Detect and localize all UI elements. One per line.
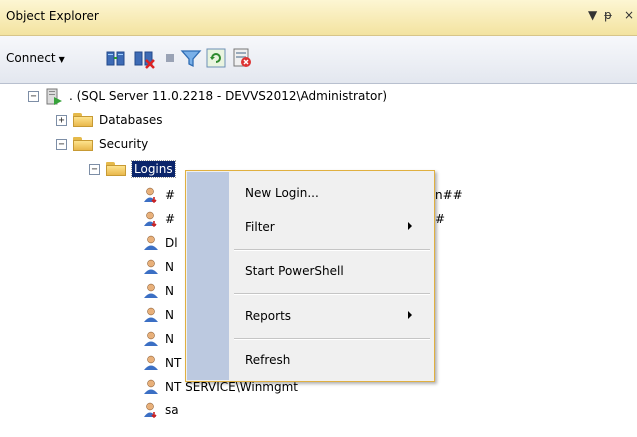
- login-item[interactable]: sa: [143, 399, 179, 421]
- collapse-toggle[interactable]: −: [28, 90, 39, 102]
- login-name-tail: n##: [435, 188, 463, 202]
- login-name: #: [165, 188, 176, 202]
- disconnect-icon[interactable]: [133, 47, 155, 69]
- security-label: Security: [99, 137, 149, 151]
- login-name: Dl: [165, 236, 178, 250]
- expand-toggle[interactable]: +: [56, 114, 67, 126]
- login-name: NT: [165, 356, 182, 370]
- collapse-toggle[interactable]: −: [89, 163, 100, 175]
- stop-icon[interactable]: [159, 47, 181, 69]
- disabled-login-icon: [144, 402, 157, 418]
- menu-item-new-login[interactable]: New Login...: [229, 178, 434, 208]
- login-item[interactable]: NT: [143, 352, 181, 374]
- object-explorer-panel: Object Explorer ▼ ᵽ × Connect ▼ − . (SQL…: [0, 0, 637, 437]
- menu-item-start-powershell[interactable]: Start PowerShell: [229, 256, 434, 286]
- refresh-icon[interactable]: [205, 47, 227, 69]
- connect-server-icon[interactable]: [105, 47, 127, 69]
- user-icon: [144, 307, 158, 322]
- collapse-toggle[interactable]: −: [56, 138, 67, 150]
- login-item[interactable]: #: [143, 208, 175, 230]
- folder-icon: [106, 162, 126, 176]
- folder-icon: [73, 113, 93, 127]
- user-icon: [144, 283, 158, 298]
- submenu-arrow-icon: [408, 311, 412, 319]
- login-name: N: [165, 260, 174, 274]
- menu-item-label: Filter: [245, 220, 275, 234]
- user-icon: [144, 235, 158, 250]
- submenu-arrow-icon: [408, 222, 412, 230]
- login-name: #: [165, 212, 176, 226]
- login-name: N: [165, 308, 174, 322]
- window-position-dropdown[interactable]: ▼: [588, 8, 597, 22]
- menu-item-label: New Login...: [245, 186, 319, 200]
- menu-item-filter[interactable]: Filter: [229, 212, 434, 242]
- disabled-login-icon: [144, 211, 157, 227]
- connect-label: Connect: [6, 51, 56, 65]
- menu-item-reports[interactable]: Reports: [229, 301, 434, 331]
- object-explorer-toolbar: Connect ▼: [0, 36, 637, 84]
- panel-title: Object Explorer: [6, 9, 99, 23]
- pin-icon[interactable]: ᵽ: [604, 8, 612, 22]
- login-item[interactable]: N: [143, 280, 174, 302]
- tree-node-server[interactable]: − . (SQL Server 11.0.2218 - DEVVS2012\Ad…: [28, 85, 387, 107]
- login-item[interactable]: #: [143, 184, 175, 206]
- menu-item-label: Reports: [245, 309, 292, 323]
- databases-label: Databases: [99, 113, 163, 127]
- menu-separator: [234, 293, 430, 295]
- server-icon: [46, 88, 62, 105]
- tree-node-security[interactable]: − Security: [56, 133, 148, 155]
- menu-separator: [234, 249, 430, 251]
- user-icon: [144, 331, 158, 346]
- context-menu: New Login... Filter Start PowerShell Rep…: [185, 170, 435, 382]
- login-item[interactable]: N: [143, 328, 174, 350]
- filter-icon[interactable]: [180, 47, 202, 69]
- menu-item-refresh[interactable]: Refresh: [229, 345, 434, 375]
- connect-dropdown-arrow[interactable]: ▼: [59, 55, 65, 64]
- login-item[interactable]: N: [143, 256, 174, 278]
- panel-title-bar: Object Explorer ▼ ᵽ ×: [0, 0, 637, 36]
- user-icon: [144, 259, 158, 274]
- close-icon[interactable]: ×: [624, 8, 634, 22]
- server-label: . (SQL Server 11.0.2218 - DEVVS2012\Admi…: [69, 89, 387, 103]
- logins-label: Logins: [131, 160, 176, 178]
- menu-item-label: Start PowerShell: [245, 264, 344, 278]
- menu-separator: [234, 338, 430, 340]
- login-item[interactable]: N: [143, 304, 174, 326]
- login-name: NT SERVICE\Winmgmt: [165, 380, 298, 394]
- tree-node-logins[interactable]: − Logins: [89, 158, 176, 180]
- connect-button[interactable]: Connect ▼: [6, 51, 65, 65]
- user-icon: [144, 379, 158, 394]
- menu-item-label: Refresh: [245, 353, 291, 367]
- menu-icon-gutter: [187, 172, 229, 380]
- disabled-login-icon: [144, 187, 157, 203]
- user-icon: [144, 355, 158, 370]
- tree-node-databases[interactable]: + Databases: [56, 109, 163, 131]
- login-item[interactable]: Dl: [143, 232, 178, 254]
- login-name: sa: [165, 403, 179, 417]
- login-name-tail: #: [435, 212, 446, 226]
- login-name: N: [165, 284, 174, 298]
- activity-monitor-icon[interactable]: [231, 47, 253, 69]
- folder-icon: [73, 137, 93, 151]
- login-name: N: [165, 332, 174, 346]
